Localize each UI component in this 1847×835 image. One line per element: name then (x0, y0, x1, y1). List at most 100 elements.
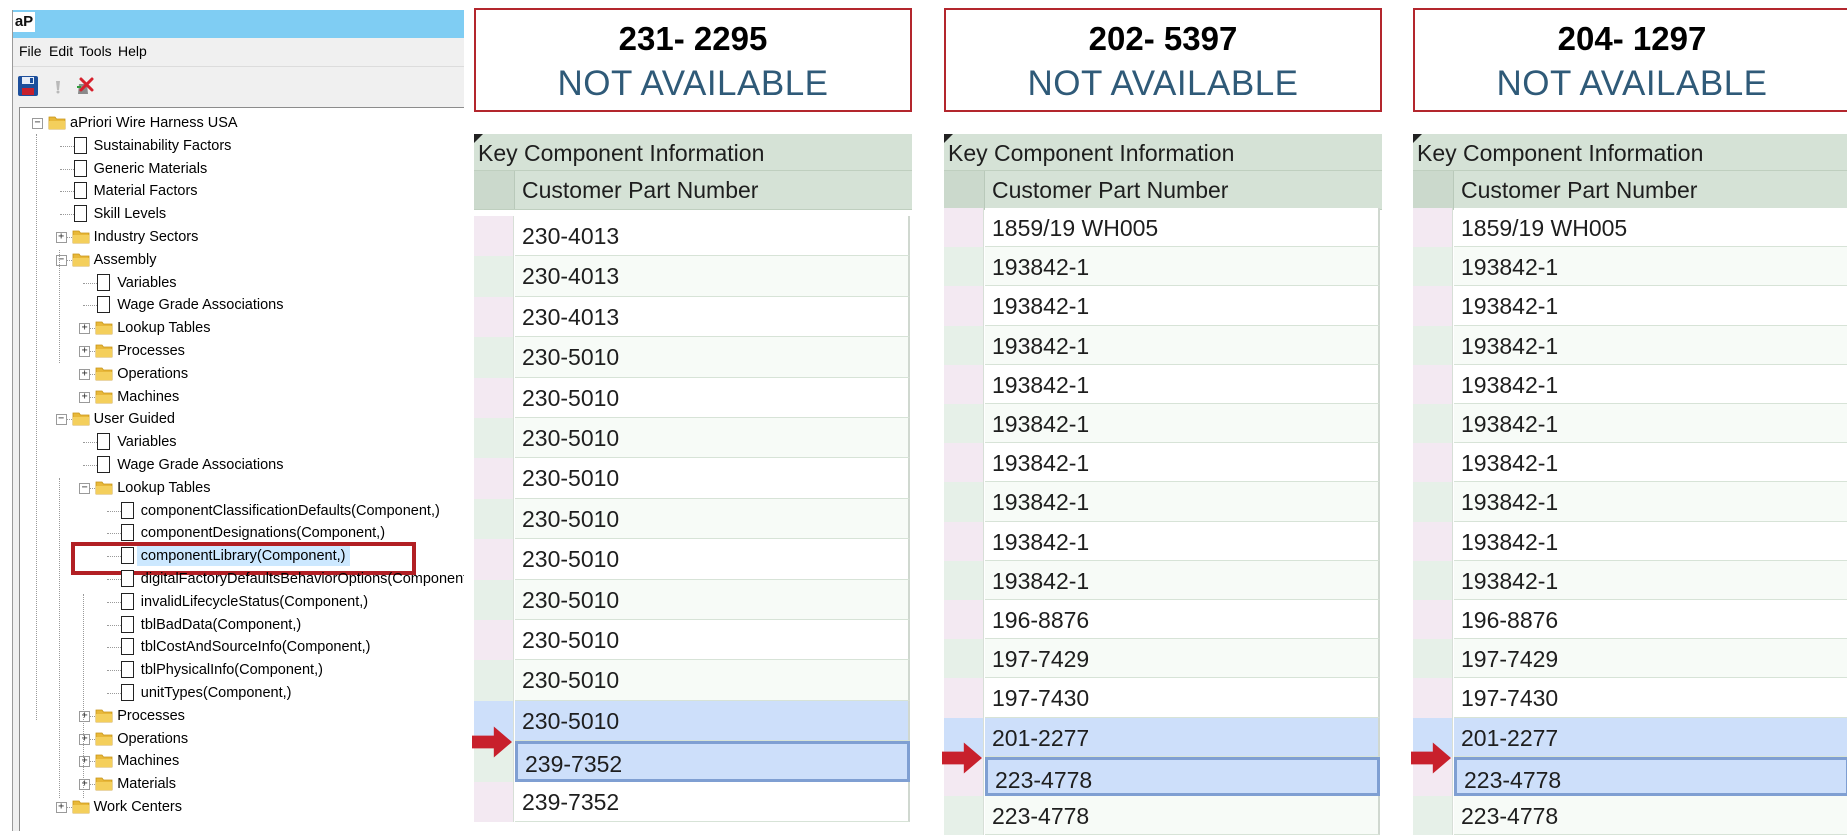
row-header[interactable] (944, 443, 984, 483)
tree-item[interactable]: unitTypes(Component,) (20, 682, 460, 704)
customer-part-number-cell[interactable]: 230-5010 (515, 660, 910, 701)
tree-item[interactable]: componentClassificationDefaults(Componen… (20, 500, 460, 522)
table-row[interactable]: 193842-1 (1413, 286, 1847, 326)
table-row[interactable]: 201-2277 (944, 717, 1382, 757)
customer-part-number-cell[interactable]: 193842-1 (985, 247, 1380, 287)
expand-icon[interactable]: + (55, 802, 67, 813)
tree-item[interactable]: − aPriori Wire Harness USA (20, 112, 460, 134)
expand-icon[interactable]: + (79, 346, 91, 357)
row-header[interactable] (944, 560, 984, 600)
table-row[interactable]: 1859/19 WH005 (944, 208, 1382, 248)
table-row[interactable]: 197-7430 (1413, 678, 1847, 718)
table-row[interactable]: 193842-1 (1413, 482, 1847, 522)
table-row[interactable]: 239-7352 (474, 741, 912, 782)
customer-part-number-cell[interactable]: 193842-1 (985, 482, 1380, 522)
table-row[interactable]: 230-5010 (474, 337, 912, 378)
customer-part-number-cell[interactable]: 230-5010 (515, 498, 910, 540)
table-row[interactable]: 193842-1 (1413, 325, 1847, 365)
key-component-grid[interactable]: Key Component Information Customer Part … (942, 134, 1382, 835)
row-header[interactable] (1413, 600, 1453, 640)
row-header[interactable] (944, 521, 984, 561)
tree-item[interactable]: componentDesignations(Component,) (20, 522, 460, 544)
row-header[interactable] (474, 296, 514, 338)
row-header[interactable] (474, 539, 514, 580)
tree-item[interactable]: + Processes (20, 340, 460, 362)
row-header[interactable] (474, 377, 514, 418)
row-header[interactable] (1413, 482, 1453, 522)
customer-part-number-cell[interactable]: 193842-1 (1454, 560, 1847, 600)
table-row[interactable]: 193842-1 (944, 364, 1382, 404)
menu-tools[interactable]: Tools (79, 43, 112, 59)
table-row[interactable]: 193842-1 (944, 286, 1382, 326)
row-header[interactable] (1413, 639, 1453, 679)
tree-item[interactable]: + Operations (20, 363, 460, 385)
tree-item[interactable]: + Work Centers (20, 796, 460, 818)
table-row[interactable]: 230-5010 (474, 579, 912, 620)
customer-part-number-cell[interactable]: 193842-1 (1454, 247, 1847, 287)
row-header[interactable] (944, 639, 984, 679)
title-bar[interactable]: aP (13, 10, 464, 38)
table-row[interactable]: 193842-1 (1413, 364, 1847, 404)
customer-part-number-cell[interactable]: 1859/19 WH005 (985, 208, 1380, 248)
customer-part-number-cell[interactable]: 201-2277 (985, 717, 1380, 757)
customer-part-number-cell[interactable]: 193842-1 (985, 521, 1380, 561)
table-row[interactable]: 230-5010 (474, 418, 912, 459)
customer-part-number-cell[interactable]: 223-4778 (985, 796, 1380, 835)
customer-part-number-cell[interactable]: 193842-1 (1454, 521, 1847, 561)
table-row[interactable]: 193842-1 (1413, 560, 1847, 600)
key-component-grid[interactable]: Key Component Information Customer Part … (1411, 134, 1847, 835)
customer-part-number-cell[interactable]: 193842-1 (1454, 364, 1847, 404)
row-header[interactable] (944, 208, 984, 248)
tree-item[interactable]: tblPhysicalInfo(Component,) (20, 659, 460, 681)
row-header[interactable] (1413, 286, 1453, 326)
menu-help[interactable]: Help (118, 43, 147, 59)
expand-icon[interactable]: + (79, 756, 91, 768)
table-row[interactable]: 230-5010 (474, 377, 912, 418)
customer-part-number-cell[interactable]: 223-4778 (985, 756, 1380, 796)
tree-item[interactable]: + Industry Sectors (20, 226, 460, 248)
table-row[interactable]: 223-4778 (1413, 796, 1847, 835)
expand-icon[interactable]: + (79, 368, 91, 380)
row-header[interactable] (474, 781, 514, 822)
tree-item[interactable]: Variables (20, 431, 460, 453)
table-row[interactable]: 193842-1 (944, 521, 1382, 561)
tree-item[interactable]: − User Guided (20, 408, 460, 430)
table-row[interactable]: 196-8876 (944, 600, 1382, 640)
customer-part-number-cell[interactable]: 230-5010 (515, 337, 910, 378)
expand-icon[interactable]: + (79, 779, 91, 791)
table-row[interactable]: 193842-1 (1413, 521, 1847, 561)
row-header[interactable] (944, 286, 984, 326)
table-row[interactable]: 193842-1 (944, 404, 1382, 444)
table-row[interactable]: 193842-1 (1413, 404, 1847, 444)
tree-item[interactable]: Wage Grade Associations (20, 454, 460, 476)
table-row[interactable]: 239-7352 (474, 781, 912, 822)
column-header[interactable]: Customer Part Number (474, 171, 912, 210)
column-header[interactable]: Customer Part Number (1413, 171, 1847, 210)
table-row[interactable]: 230-5010 (474, 620, 912, 661)
customer-part-number-cell[interactable]: 193842-1 (1454, 404, 1847, 444)
tree-item[interactable]: Generic Materials (20, 158, 460, 180)
customer-part-number-cell[interactable]: 230-4013 (515, 256, 910, 297)
customer-part-number-cell[interactable]: 196-8876 (985, 600, 1380, 640)
tree-item[interactable]: − Lookup Tables (20, 477, 460, 499)
customer-part-number-cell[interactable]: 239-7352 (515, 741, 910, 782)
row-header[interactable] (1413, 247, 1453, 287)
tree-item[interactable]: Wage Grade Associations (20, 294, 460, 316)
row-header[interactable] (944, 796, 984, 835)
table-row[interactable]: 230-5010 (474, 458, 912, 499)
key-component-grid[interactable]: Key Component Information Customer Part … (472, 134, 912, 831)
collapse-icon[interactable]: − (79, 482, 91, 494)
table-row[interactable]: 193842-1 (944, 560, 1382, 600)
customer-part-number-cell[interactable]: 230-5010 (515, 418, 910, 459)
customer-part-number-cell[interactable]: 239-7352 (515, 781, 910, 822)
tree-item[interactable]: + Operations (20, 728, 460, 750)
customer-part-number-cell[interactable]: 193842-1 (985, 443, 1380, 483)
expand-icon[interactable]: + (79, 710, 91, 722)
table-row[interactable]: 223-4778 (944, 796, 1382, 835)
tree-item[interactable]: + Machines (20, 750, 460, 772)
row-header[interactable] (1413, 208, 1453, 248)
tree-item[interactable]: Skill Levels (20, 203, 460, 225)
tree-item[interactable]: + Processes (20, 705, 460, 727)
table-row[interactable]: 196-8876 (1413, 600, 1847, 640)
customer-part-number-cell[interactable]: 230-5010 (515, 700, 910, 742)
